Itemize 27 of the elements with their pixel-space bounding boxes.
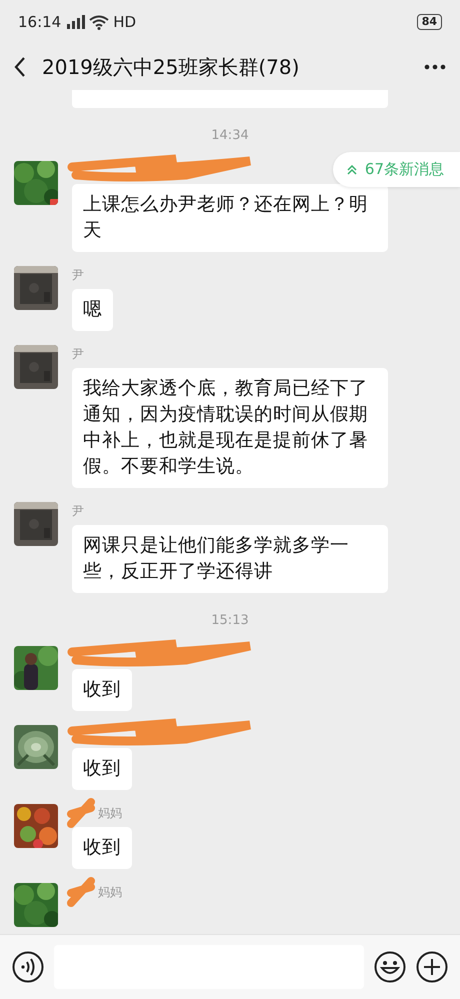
message-bubble: 嗯 bbox=[72, 289, 113, 331]
signal-icon bbox=[65, 15, 86, 29]
status-time: 16:14 bbox=[18, 13, 62, 31]
message-bubble: 网课只是让他们能多学就多学一些，反正开了学还得讲 bbox=[72, 525, 388, 593]
more-icon[interactable] bbox=[424, 64, 446, 70]
new-messages-button[interactable]: 67条新消息 bbox=[332, 152, 460, 187]
sender-name: 妈妈 bbox=[98, 885, 122, 899]
message-bubble: 收到 bbox=[72, 669, 132, 711]
double-up-icon bbox=[346, 164, 357, 174]
emoji-icon[interactable] bbox=[374, 951, 406, 983]
plus-icon[interactable] bbox=[416, 951, 448, 983]
sender-name: 尹 bbox=[72, 347, 84, 361]
sender-name: 尹 bbox=[72, 504, 84, 518]
timestamp: 14:34 bbox=[210, 128, 250, 143]
voice-icon[interactable] bbox=[12, 951, 44, 983]
sender-name: 尹 bbox=[72, 268, 84, 282]
back-icon[interactable] bbox=[14, 56, 26, 78]
timestamp: 15:13 bbox=[210, 613, 250, 628]
sender-name: 妈妈 bbox=[98, 806, 122, 820]
chat-title: 2019级六中25班家长群(78) bbox=[42, 54, 300, 80]
battery-level: 84 bbox=[416, 14, 442, 30]
network-label: HD bbox=[113, 13, 136, 31]
message-bubble: 收到 bbox=[72, 748, 132, 790]
message-bubble: 我给大家透个底，教育局已经下了通知，因为疫情耽误的时间从假期中补上，也就是现在是提前休了暑假。不要和学生说。 bbox=[72, 368, 388, 488]
wifi-icon bbox=[89, 14, 110, 30]
message-bubble: 收到 bbox=[72, 827, 132, 869]
message-bubble: 上课怎么办尹老师？还在网上？明天 bbox=[72, 184, 388, 252]
